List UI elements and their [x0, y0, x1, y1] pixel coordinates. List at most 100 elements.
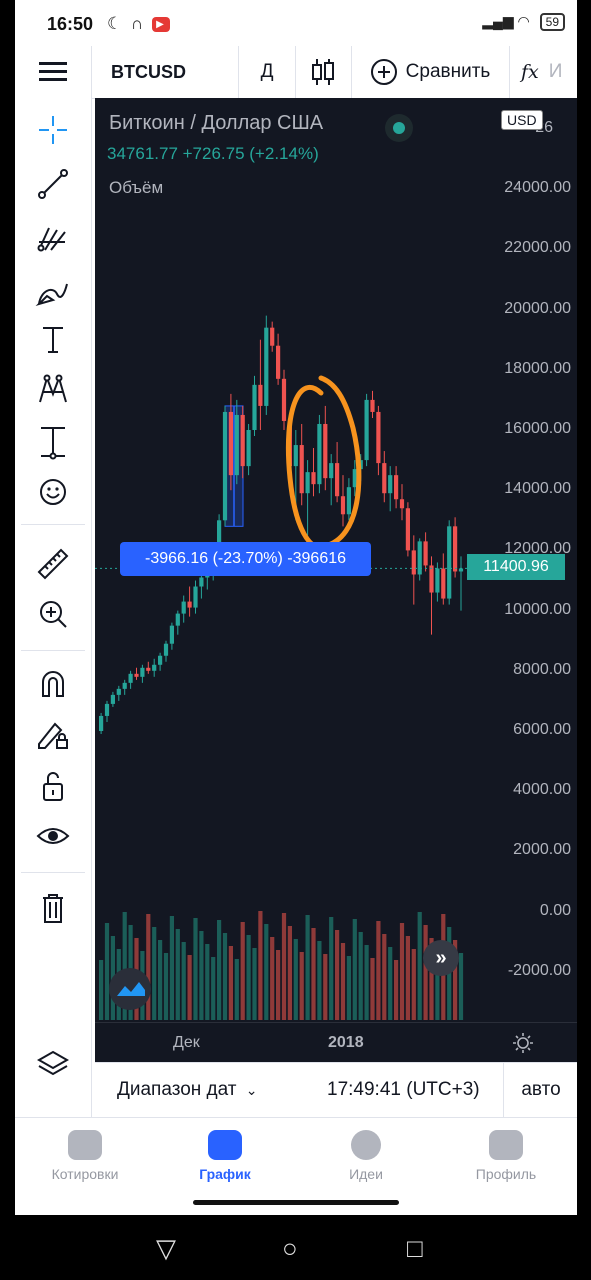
volume-bar: [394, 960, 399, 1020]
time-axis[interactable]: Дек 2018: [95, 1022, 577, 1063]
back-icon[interactable]: ▽: [156, 1233, 176, 1264]
symbol-button[interactable]: BTCUSD: [91, 46, 239, 98]
fib-tool[interactable]: [15, 214, 91, 262]
chart-pane[interactable]: Биткоин / Доллар США 34761.77 +726.75 (+…: [95, 98, 577, 1062]
volume-bar: [222, 933, 228, 1020]
compare-button[interactable]: Сравнить: [351, 46, 510, 98]
y-tick-label: 14000.00: [504, 480, 571, 498]
time-zone-clock[interactable]: 17:49:41 (UTC+3): [327, 1079, 480, 1101]
pattern-tool[interactable]: [15, 366, 91, 414]
volume-legend[interactable]: Объём: [109, 178, 163, 198]
scroll-to-realtime-button[interactable]: »: [423, 940, 459, 976]
chevron-down-icon: ⌄: [245, 1082, 258, 1098]
tab-label: Идеи: [349, 1166, 383, 1182]
ruler-tool[interactable]: [15, 540, 91, 588]
headphones-icon: ∩: [130, 14, 146, 33]
unlock-icon: [43, 772, 63, 801]
cloud-icon: [117, 982, 145, 996]
tab-label: График: [199, 1166, 251, 1182]
zoom-in-icon: [40, 601, 67, 628]
tab-quotes[interactable]: Котировки: [15, 1130, 155, 1182]
volume-bar: [163, 953, 169, 1020]
candle-body: [240, 414, 245, 467]
volume-bar: [352, 919, 357, 1020]
candle-body: [146, 667, 151, 671]
candle-body: [104, 703, 110, 716]
candles-icon: [312, 59, 334, 85]
visibility-tool[interactable]: [15, 812, 91, 860]
volume-bar: [299, 952, 304, 1020]
zoom-in-tool[interactable]: [15, 590, 91, 638]
list-icon: [68, 1130, 102, 1160]
text-tool[interactable]: [15, 316, 91, 364]
volume-bar: [228, 946, 233, 1020]
unlock-tool[interactable]: [15, 762, 91, 810]
text-tool-icon: [43, 327, 63, 353]
candle-body: [311, 472, 316, 485]
y-tick-label: 24000.00: [504, 179, 571, 197]
volume-bar: [364, 945, 369, 1020]
volume-bar: [417, 912, 422, 1020]
candle-body: [152, 664, 157, 671]
emoji-tool[interactable]: [15, 468, 91, 516]
menu-button[interactable]: [15, 46, 92, 98]
y-tick-label: 10000.00: [504, 600, 571, 618]
youtube-icon: ▶: [151, 17, 170, 33]
candle-body: [246, 430, 251, 467]
settings-button[interactable]: [511, 1031, 535, 1060]
candle-body: [276, 345, 281, 379]
volume-bar: [376, 921, 381, 1020]
wifi-icon: ◠: [517, 13, 530, 29]
volume-bar: [370, 958, 375, 1020]
tab-chart[interactable]: График: [155, 1130, 295, 1182]
market-status-icon[interactable]: [385, 114, 413, 142]
home-icon[interactable]: ○: [282, 1233, 298, 1264]
drawing-toolbar: [15, 98, 92, 1118]
layers-button[interactable]: [15, 1040, 91, 1088]
measure-range-tool[interactable]: [15, 418, 91, 466]
candle-body: [169, 625, 174, 644]
chart-type-button[interactable]: [295, 46, 352, 98]
y-tick-label: -2000.00: [507, 961, 571, 979]
smile-icon: [489, 1130, 523, 1160]
candle-body: [305, 472, 310, 494]
volume-bar: [211, 957, 216, 1020]
candle-body: [134, 673, 139, 677]
candle-body: [447, 526, 452, 599]
indicators-label-cut: И: [548, 61, 563, 82]
candle-body: [193, 586, 198, 608]
interval-button[interactable]: Д: [239, 46, 296, 98]
eye-icon: [36, 828, 70, 844]
brush-tool[interactable]: [15, 268, 91, 316]
volume-bar: [329, 917, 334, 1020]
currency-badge[interactable]: USD: [501, 110, 543, 130]
volume-bar: [252, 948, 257, 1020]
remove-drawings-tool[interactable]: [15, 884, 91, 932]
x-tick: Дек: [173, 1034, 200, 1051]
y-tick-label: 4000.00: [513, 781, 571, 799]
tab-ideas[interactable]: Идеи: [296, 1130, 436, 1182]
recents-icon[interactable]: □: [407, 1233, 423, 1264]
date-range-button[interactable]: Диапазон дат ⌄: [117, 1079, 257, 1101]
hamburger-icon: [39, 62, 67, 81]
bulb-icon: [351, 1130, 381, 1160]
volume-bar: [335, 930, 340, 1020]
tradingview-logo[interactable]: [109, 968, 151, 1010]
trend-line-tool[interactable]: [15, 160, 91, 208]
plus-circle-icon: [370, 59, 397, 85]
crosshair-tool[interactable]: [15, 106, 91, 154]
auto-scale-button[interactable]: авто: [503, 1063, 577, 1117]
candle-body: [323, 423, 328, 479]
volume-bar: [158, 940, 163, 1020]
indicators-button[interactable]: fx И: [509, 46, 577, 98]
lock-drawing-tool[interactable]: [15, 710, 91, 758]
y-tick-label: 8000.00: [513, 660, 571, 678]
tab-profile[interactable]: Профиль: [436, 1130, 576, 1182]
volume-bar: [264, 924, 269, 1020]
candle-body: [423, 541, 428, 566]
candle-body: [128, 673, 133, 683]
volume-bar: [187, 955, 192, 1020]
volume-bar: [323, 954, 328, 1020]
magnet-tool[interactable]: [15, 660, 91, 708]
status-right: ▂▄▆ ◠ 59: [482, 13, 565, 31]
